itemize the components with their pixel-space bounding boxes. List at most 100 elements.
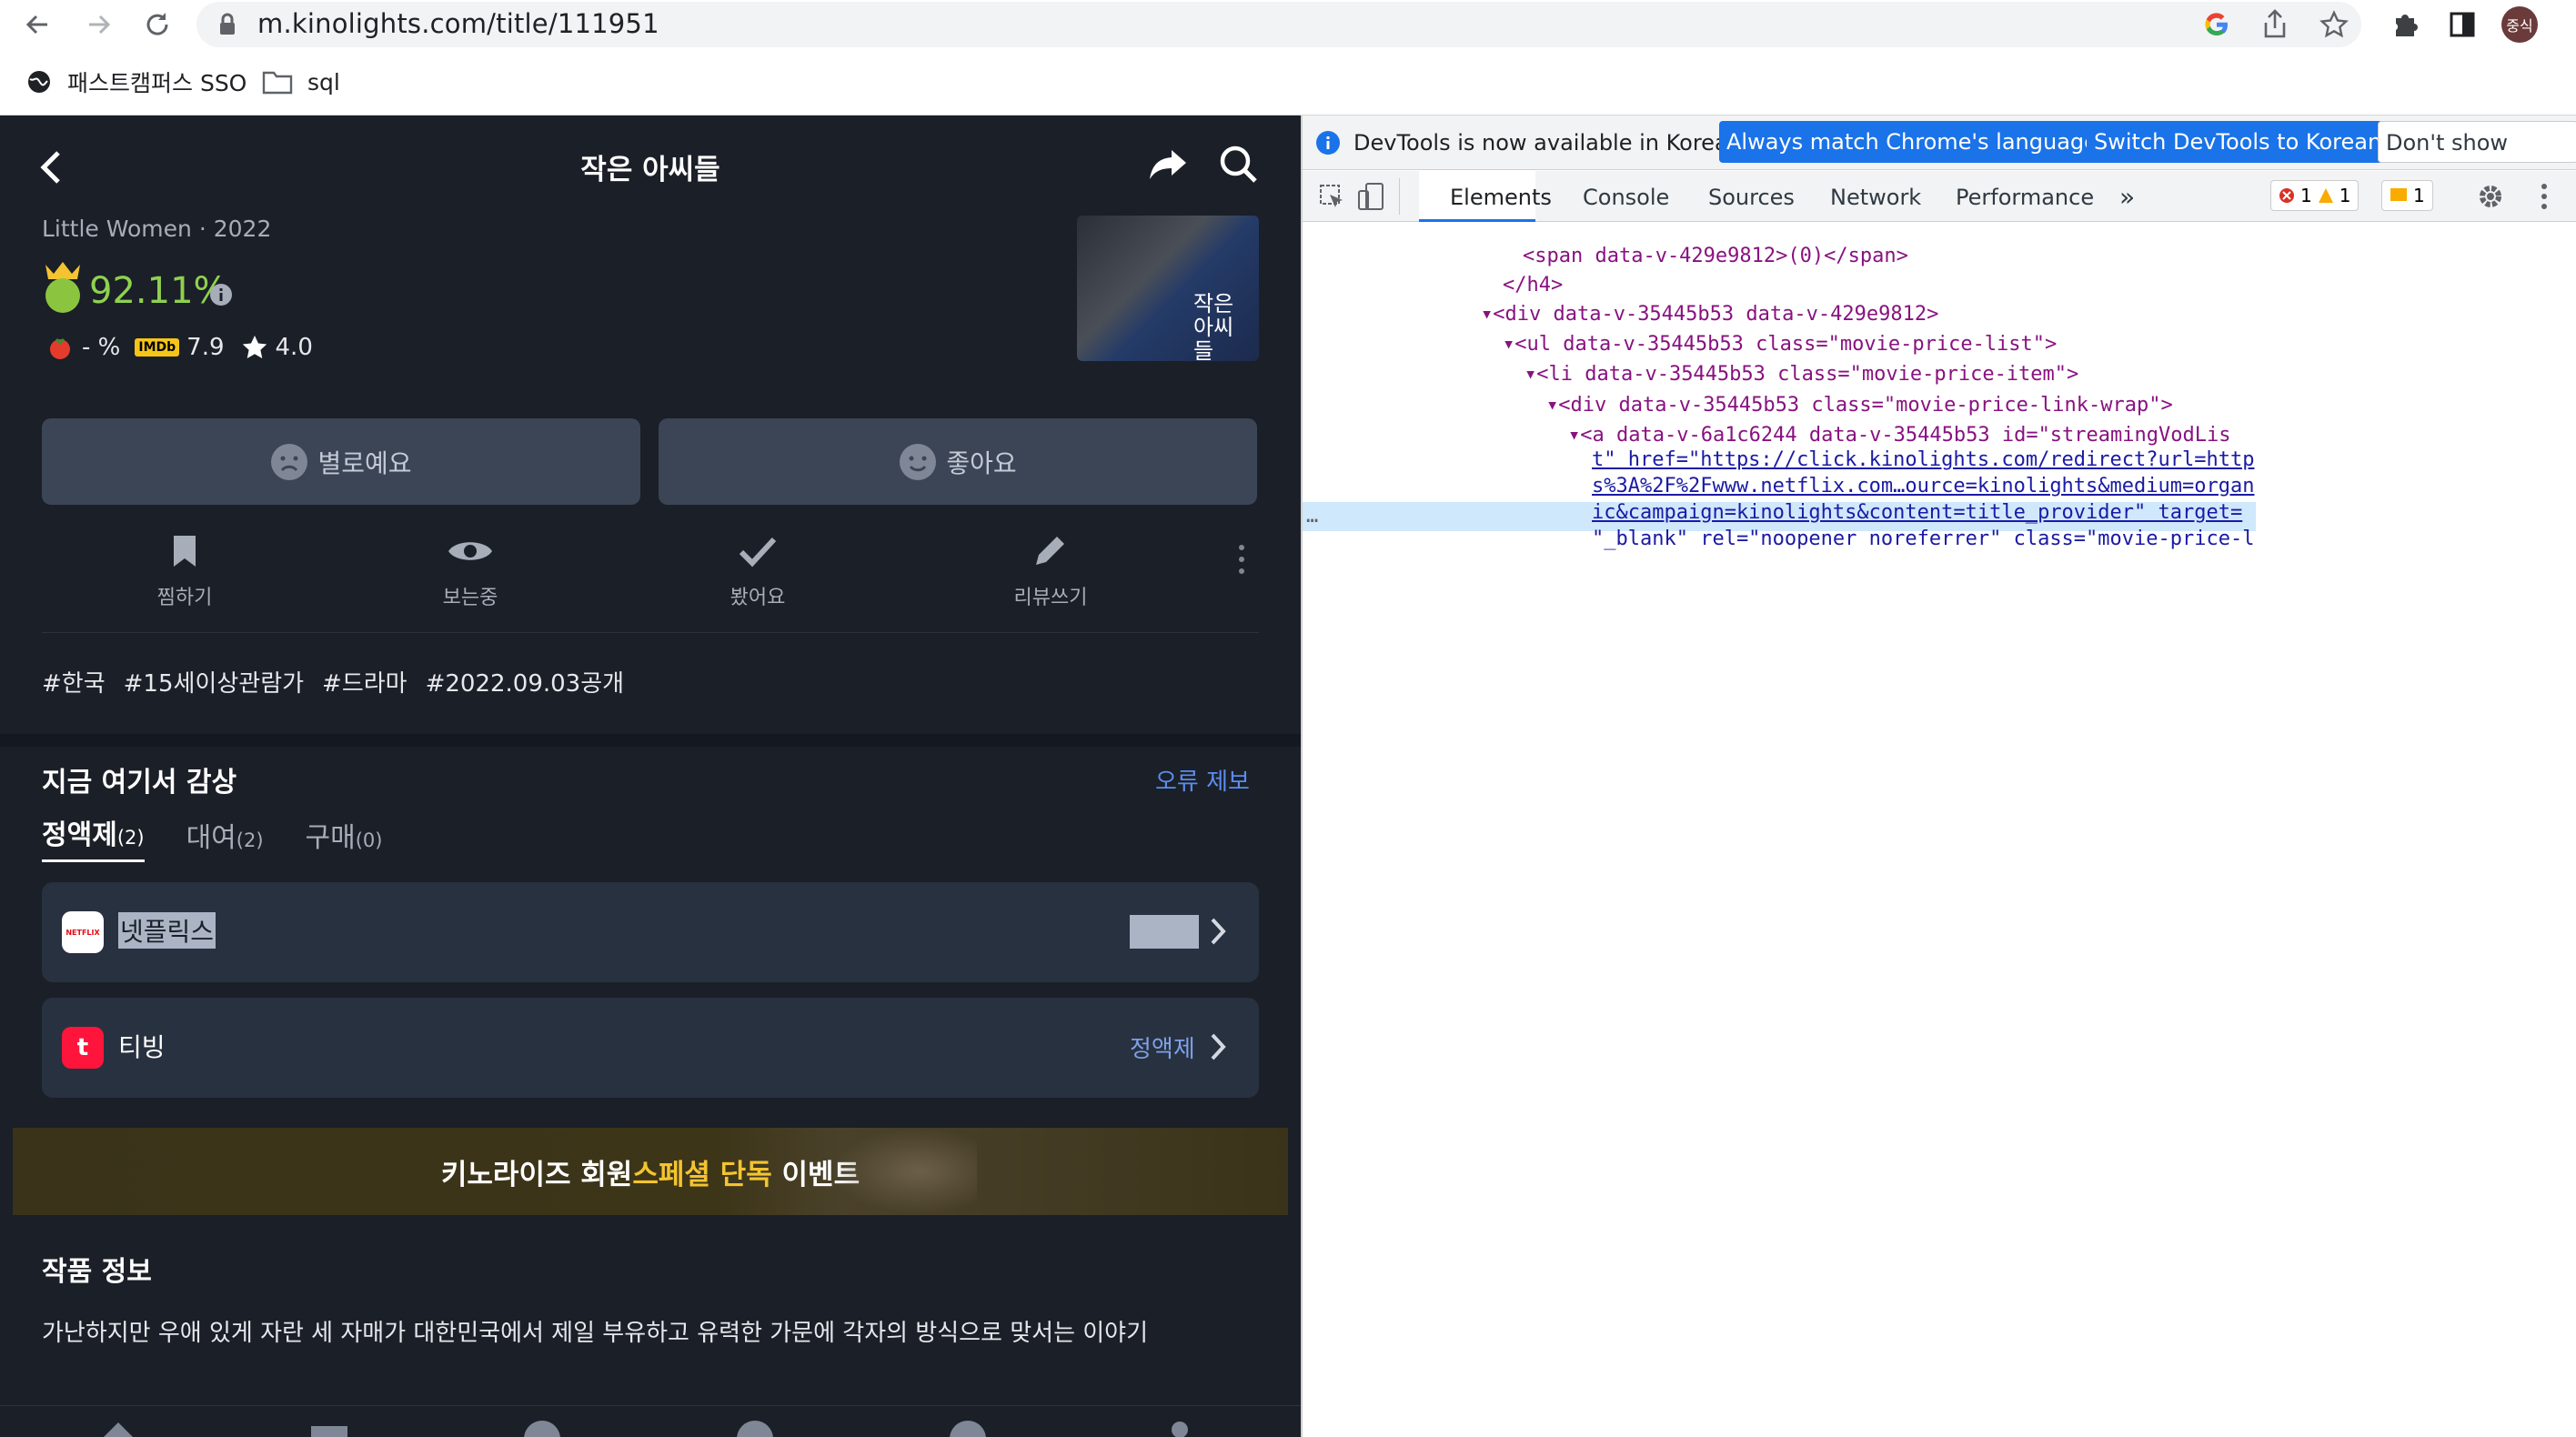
bookmark-sql[interactable]: sql bbox=[262, 64, 340, 100]
tab-network[interactable]: Network bbox=[1830, 185, 1921, 210]
folder-icon bbox=[262, 71, 293, 95]
dislike-button[interactable]: 별로예요 bbox=[42, 418, 640, 505]
globe-icon bbox=[28, 71, 50, 93]
tab-rental[interactable]: 대여(2) bbox=[186, 815, 264, 862]
synopsis: 가난하지만 우애 있게 자란 세 자매가 대한민국에서 제일 부유하고 유력한 … bbox=[42, 1320, 1149, 1347]
section-separator bbox=[0, 734, 1301, 747]
watched-button[interactable]: 봤어요 bbox=[689, 534, 826, 610]
dont-show-again-button[interactable]: Don't show again bbox=[2378, 121, 2576, 197]
devtools-panel: DevTools is now available in Korean! Alw… bbox=[1301, 116, 2576, 1437]
warning-icon bbox=[2318, 188, 2333, 203]
share-icon[interactable] bbox=[2261, 9, 2289, 40]
event-banner[interactable]: 키노라이즈 회원 스페셜 단독 이벤트 bbox=[13, 1128, 1288, 1215]
home-icon[interactable] bbox=[100, 1419, 136, 1437]
write-review-button[interactable]: 리뷰쓰기 bbox=[982, 534, 1119, 610]
bottom-nav bbox=[0, 1405, 1301, 1437]
bookmark-sso[interactable]: 패스트캠퍼스 SSO bbox=[25, 64, 247, 100]
devtools-toolbar: Elements Console Sources Network Perform… bbox=[1303, 171, 2576, 222]
divider bbox=[42, 632, 1259, 633]
browser-chrome: m.kinolights.com/title/111951 중식 패스트캠퍼스 … bbox=[0, 0, 2576, 116]
error-icon bbox=[2279, 188, 2294, 203]
provider-price: 정액제 bbox=[1130, 915, 1199, 949]
like-button[interactable]: 좋아요 bbox=[659, 418, 1257, 505]
more-tabs-icon[interactable]: » bbox=[2119, 182, 2135, 212]
more-vertical-icon[interactable] bbox=[1237, 543, 1246, 576]
watching-button[interactable]: 보는중 bbox=[402, 534, 538, 610]
report-error-link[interactable]: 오류 제보 bbox=[1155, 763, 1250, 797]
language-infobar: DevTools is now available in Korean! Alw… bbox=[1303, 116, 2576, 197]
eye-icon bbox=[448, 542, 492, 560]
star-icon bbox=[242, 336, 267, 358]
frown-face-icon bbox=[271, 443, 308, 480]
tab-elements-label: Elements bbox=[1450, 185, 1552, 210]
wishlist-button[interactable]: 찜하기 bbox=[116, 534, 253, 610]
google-icon[interactable] bbox=[2202, 10, 2231, 39]
tab-sources[interactable]: Sources bbox=[1708, 185, 1795, 210]
profile-icon[interactable] bbox=[1166, 1419, 1193, 1437]
issues-counter[interactable]: 1 bbox=[2381, 180, 2433, 211]
tag[interactable]: #2022.09.03공개 bbox=[426, 665, 625, 698]
bookmark-star-icon[interactable] bbox=[2319, 10, 2349, 39]
tag-list: #한국 #15세이상관람가 #드라마 #2022.09.03공개 bbox=[42, 665, 624, 698]
tab-purchase[interactable]: 구매(0) bbox=[306, 815, 383, 862]
dom-line[interactable]: "_blank" rel="noopener noreferrer" class… bbox=[1592, 528, 2254, 550]
share-arrow-icon[interactable] bbox=[1148, 146, 1188, 183]
address-bar[interactable]: m.kinolights.com/title/111951 bbox=[196, 2, 2361, 47]
kinolights-page: 작은 아씨들 Little Women · 2022 92.11% - % IM… bbox=[0, 116, 1301, 1437]
netflix-logo: NETFLIX bbox=[62, 911, 104, 953]
side-panel-icon[interactable] bbox=[2443, 5, 2481, 44]
imdb-icon: IMDb bbox=[135, 338, 180, 357]
forward-icon[interactable] bbox=[80, 5, 118, 44]
settings-gear-icon[interactable] bbox=[2476, 182, 2505, 211]
kebab-menu-icon[interactable] bbox=[2540, 182, 2549, 211]
page-title: 작은 아씨들 bbox=[580, 154, 720, 186]
error-warning-counter[interactable]: 1 1 bbox=[2270, 180, 2360, 211]
crown-tomato-icon bbox=[42, 261, 84, 314]
ratings-row: - % IMDb 7.9 4.0 bbox=[47, 334, 313, 361]
tab-subscription[interactable]: 정액제(2) bbox=[42, 812, 145, 862]
bookmark-icon bbox=[174, 536, 196, 567]
watch-section-title: 지금 여기서 감상 bbox=[42, 767, 237, 799]
back-icon[interactable] bbox=[18, 5, 56, 44]
reload-icon[interactable] bbox=[138, 5, 176, 44]
info-icon[interactable] bbox=[209, 283, 233, 306]
tag[interactable]: #드라마 bbox=[322, 665, 408, 698]
nav-icon[interactable] bbox=[948, 1419, 988, 1437]
tving-logo: t bbox=[62, 1027, 104, 1069]
provider-price: 정액제 bbox=[1130, 1036, 1195, 1063]
extensions-icon[interactable] bbox=[2387, 5, 2425, 44]
nav-icon[interactable] bbox=[522, 1419, 562, 1437]
info-section-title: 작품 정보 bbox=[42, 1256, 152, 1288]
clapper-icon[interactable] bbox=[309, 1421, 349, 1437]
device-toolbar-icon[interactable] bbox=[1357, 182, 1384, 211]
chevron-right-icon bbox=[1211, 1033, 1226, 1060]
issue-flag-icon bbox=[2390, 188, 2407, 201]
tab-console[interactable]: Console bbox=[1583, 185, 1669, 210]
chevron-right-icon bbox=[1211, 918, 1226, 945]
profile-avatar[interactable]: 중식 bbox=[2501, 5, 2539, 44]
banner-image bbox=[831, 1128, 977, 1215]
pencil-icon bbox=[1036, 537, 1064, 565]
tomato-icon bbox=[50, 337, 70, 359]
lock-icon[interactable] bbox=[218, 13, 236, 36]
provider-name: 티빙 bbox=[118, 1032, 166, 1062]
provider-netflix[interactable]: NETFLIX 넷플릭스 정액제 bbox=[42, 882, 1259, 982]
score: 92.11% bbox=[89, 270, 228, 312]
inspect-element-icon[interactable] bbox=[1319, 184, 1344, 209]
tab-performance[interactable]: Performance bbox=[1956, 185, 2094, 210]
search-icon[interactable] bbox=[1219, 145, 1259, 185]
provider-tving[interactable]: t 티빙 정액제 bbox=[42, 998, 1259, 1098]
subtitle: Little Women · 2022 bbox=[42, 216, 272, 242]
switch-korean-button[interactable]: Switch DevTools to Korean bbox=[2087, 121, 2390, 163]
url-text: m.kinolights.com/title/111951 bbox=[257, 8, 659, 39]
poster-image[interactable]: 작은 아씨들 bbox=[1077, 216, 1259, 361]
nav-icon[interactable] bbox=[735, 1419, 775, 1437]
tag[interactable]: #한국 bbox=[42, 665, 106, 698]
smile-face-icon bbox=[900, 443, 937, 480]
dom-lines-g: "_blank" rel="noopener noreferrer" class… bbox=[1303, 223, 2256, 726]
tag[interactable]: #15세이상관람가 bbox=[124, 665, 304, 698]
provider-name: 넷플릭스 bbox=[118, 912, 216, 949]
price-tabs: 정액제(2) 대여(2) 구매(0) bbox=[42, 812, 382, 862]
info-circle-icon bbox=[1316, 131, 1340, 155]
always-match-language-button[interactable]: Always match Chrome's language bbox=[1719, 121, 2105, 163]
